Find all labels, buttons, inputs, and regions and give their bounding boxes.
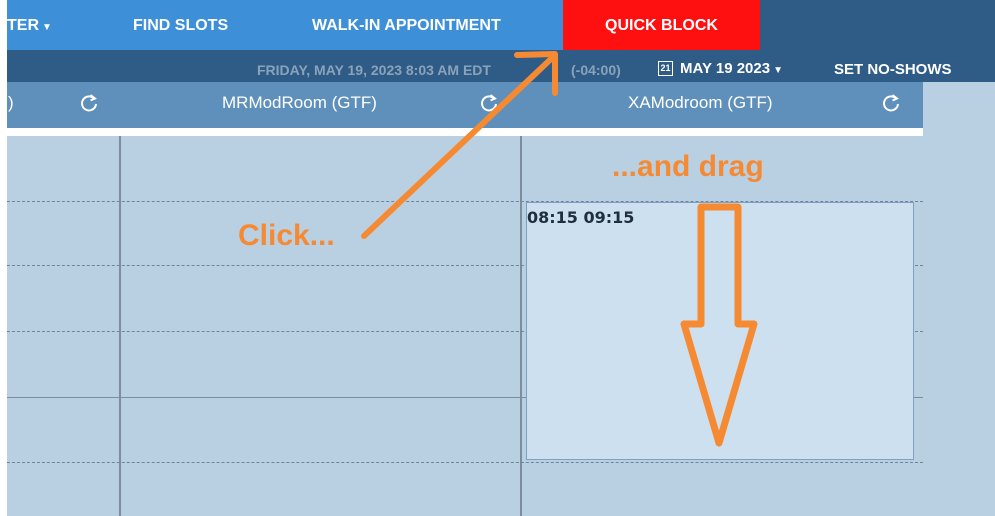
current-datetime: FRIDAY, MAY 19, 2023 8:03 AM EDT [257, 62, 491, 78]
header-divider [7, 128, 923, 136]
top-nav-dark-section [760, 0, 995, 50]
column-header-xamodroom: XAModroom (GTF) [628, 93, 773, 112]
column-header-mrmodroom: MRModRoom (GTF) [222, 93, 377, 112]
timezone-offset: (-04:00) [571, 62, 621, 78]
time-slot-line [7, 462, 923, 463]
drag-annotation: ...and drag [612, 150, 764, 183]
selected-date: MAY 19 2023 [680, 60, 771, 77]
quick-block-selection[interactable] [526, 202, 914, 460]
find-slots-button[interactable]: FIND SLOTS [133, 0, 228, 50]
click-annotation: Click... [238, 219, 335, 252]
filter-menu-label: TER [7, 17, 39, 34]
set-no-shows-button[interactable]: SET NO-SHOWS [834, 61, 952, 78]
column-divider [119, 136, 121, 516]
column-header-row [7, 82, 923, 128]
refresh-icon[interactable] [78, 92, 100, 114]
calendar-icon[interactable]: 21 [658, 61, 673, 76]
column-divider [520, 136, 522, 516]
walk-in-appointment-button[interactable]: WALK-IN APPOINTMENT [312, 0, 501, 50]
refresh-icon[interactable] [478, 92, 500, 114]
caret-down-icon: ▼ [42, 22, 52, 33]
refresh-icon[interactable] [880, 92, 902, 114]
date-picker[interactable]: MAY 19 2023 ▼ [680, 60, 783, 77]
right-panel [923, 82, 995, 516]
filter-menu[interactable]: TER ▼ [7, 0, 52, 50]
column-header-partial: ) [8, 93, 14, 112]
quick-block-button[interactable]: QUICK BLOCK [563, 0, 760, 50]
chevron-down-icon: ▼ [773, 65, 783, 76]
appointment-time-range: 08:15 09:15 [527, 208, 635, 227]
